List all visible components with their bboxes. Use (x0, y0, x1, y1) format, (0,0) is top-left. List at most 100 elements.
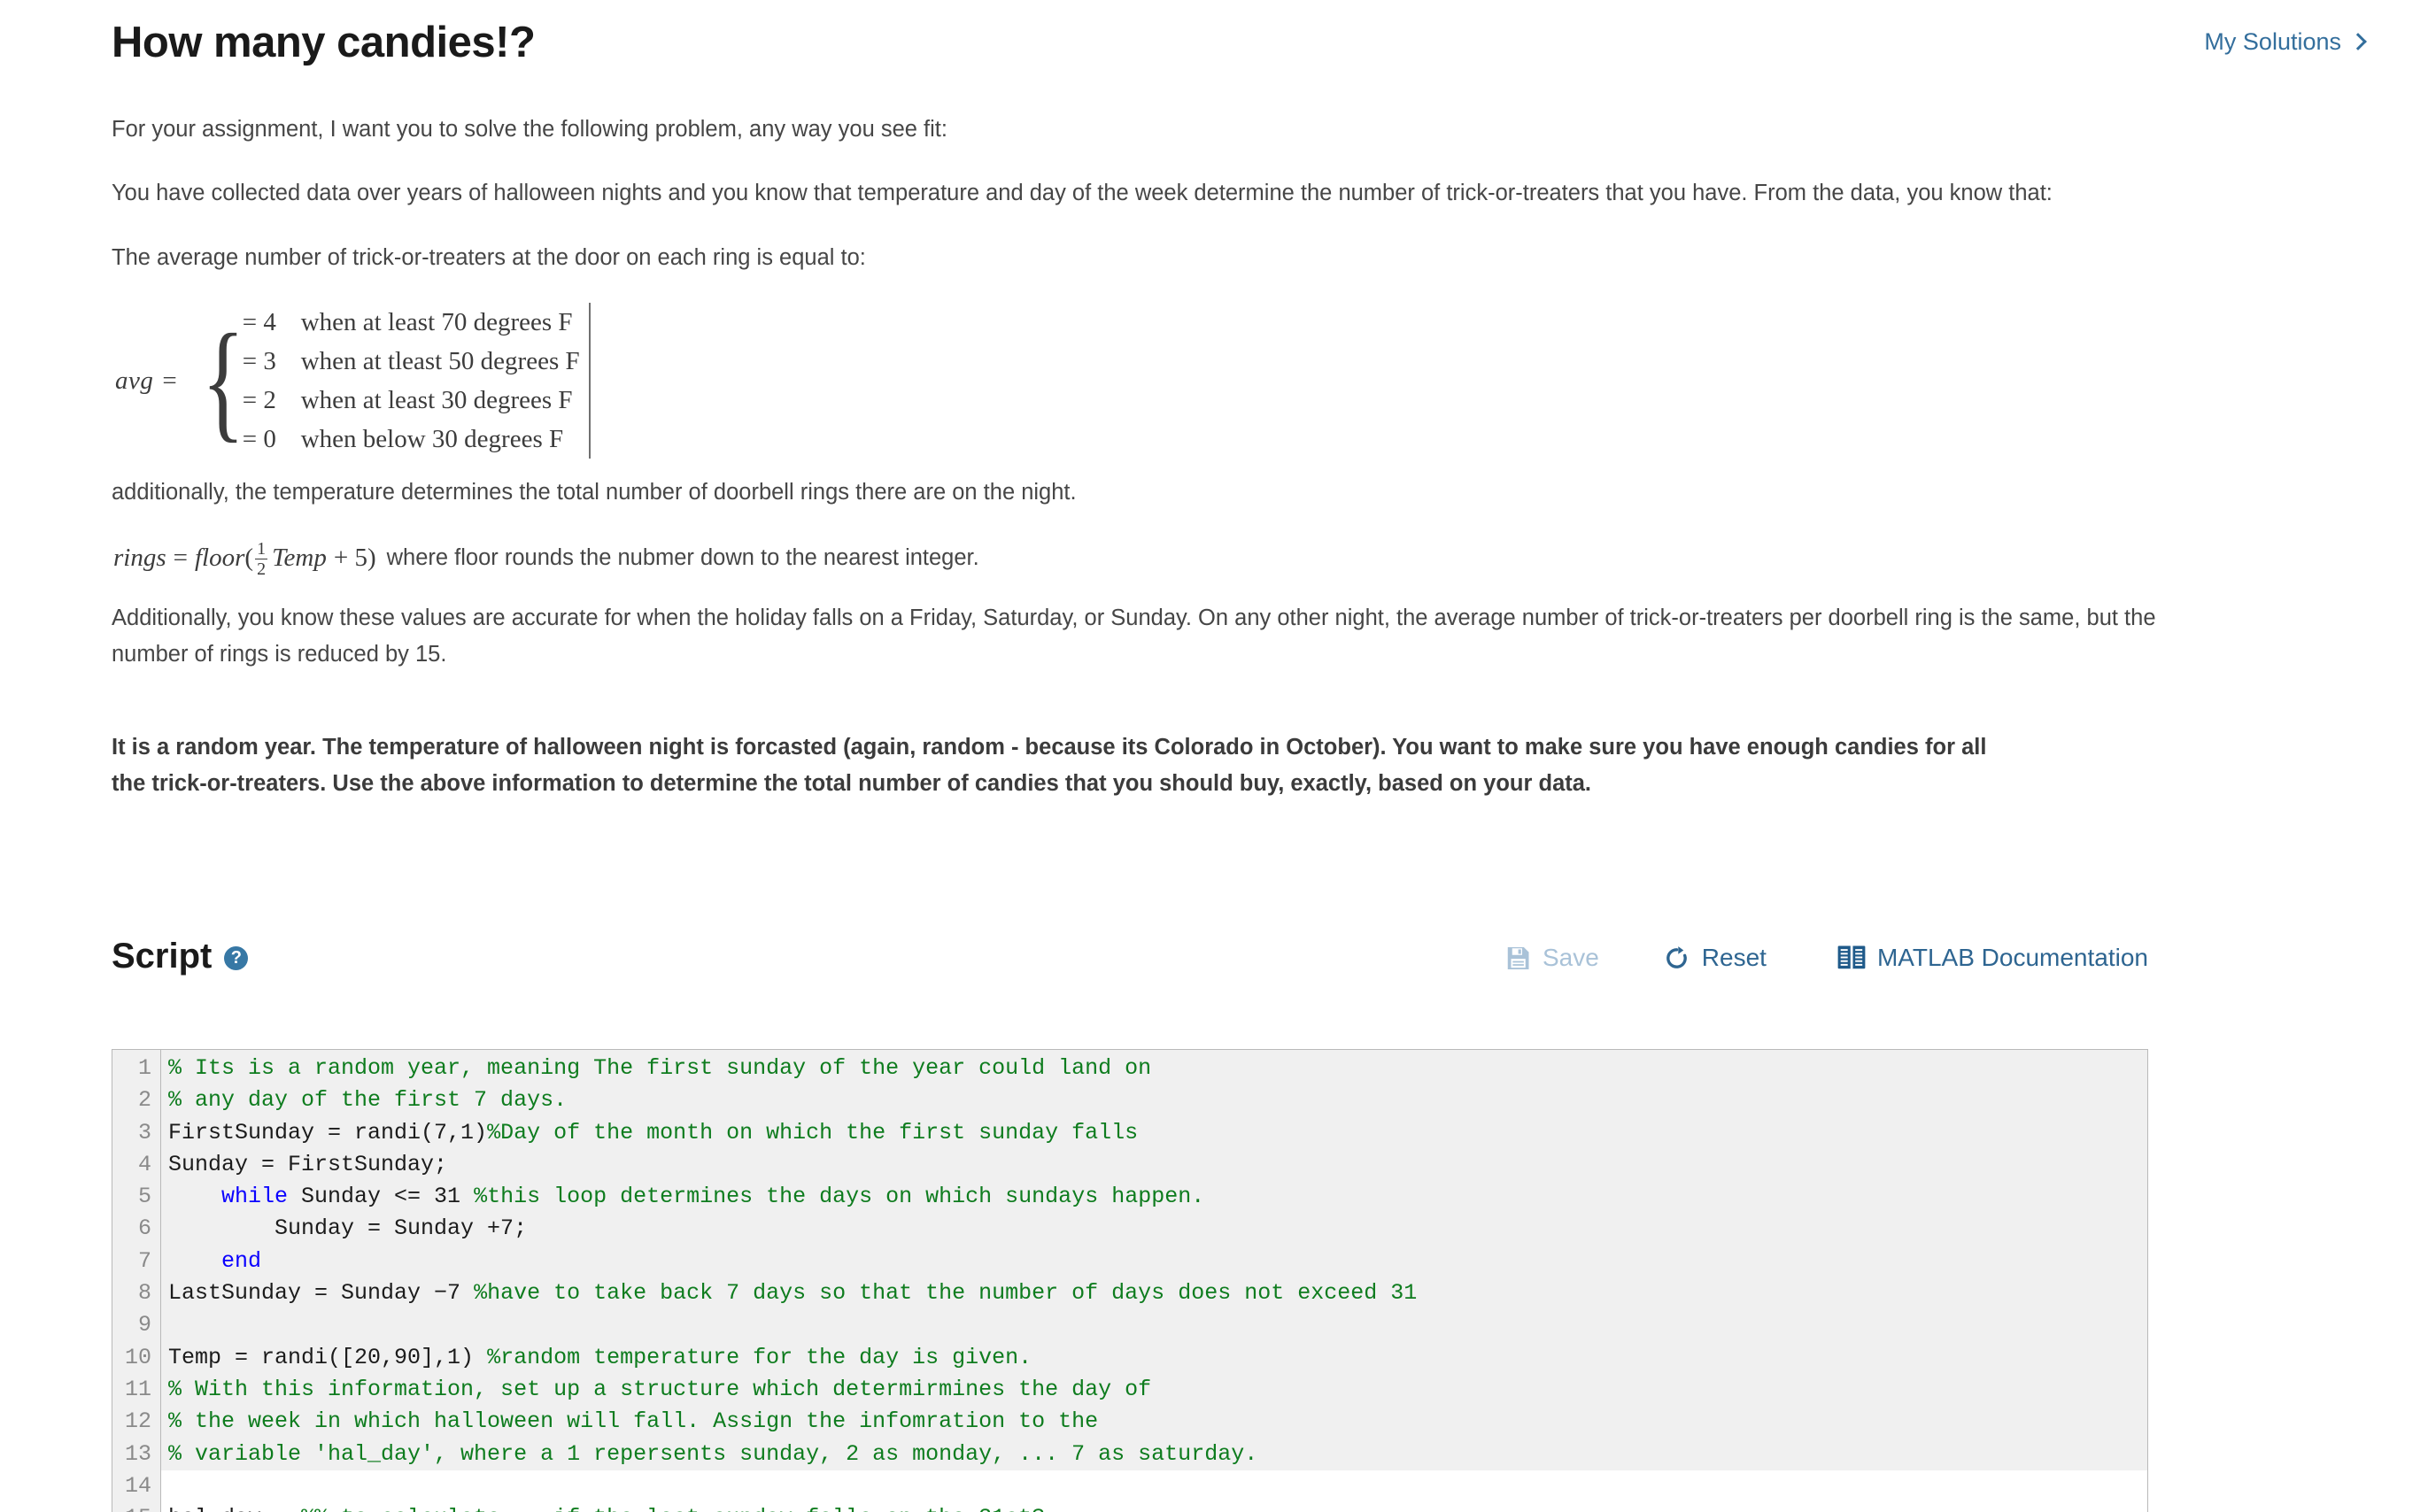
line-number: 10 (124, 1344, 151, 1370)
code-line[interactable]: % any day of the first 7 days. (168, 1084, 2147, 1116)
code-line[interactable]: while Sunday <= 31 %this loop determines… (168, 1181, 2147, 1213)
floppy-disk-icon (1504, 945, 1531, 972)
code-line[interactable]: Sunday = Sunday +7; (168, 1213, 2147, 1245)
fraction-denominator: 2 (255, 558, 268, 579)
line-number: 13 (124, 1440, 151, 1467)
code-token: % any day of the first 7 days. (168, 1087, 568, 1114)
line-number: 7 (137, 1247, 151, 1274)
avg-case-row: = 4 when at least 70 degrees F (243, 303, 580, 342)
code-line[interactable]: hal_day = %% to calculate .. if the last… (161, 1502, 2147, 1512)
script-title: Script ? (112, 937, 249, 976)
code-token: %Day of the month on which the first sun… (487, 1119, 1139, 1146)
line-number: 6 (137, 1215, 151, 1242)
avg-case-row: = 0 when below 30 degrees F (243, 420, 580, 459)
code-line[interactable]: FirstSunday = randi(7,1)%Day of the mont… (168, 1117, 2147, 1149)
avg-case-condition: when below 30 degrees F (300, 425, 564, 454)
code-token: while (221, 1184, 289, 1210)
help-circle-icon[interactable]: ? (224, 945, 249, 970)
avg-case-condition: when at least 30 degrees F (300, 386, 573, 415)
code-text-area[interactable]: % Its is a random year, meaning The firs… (161, 1050, 2147, 1512)
code-token: % With this information, set up a struct… (168, 1376, 1152, 1402)
line-number: 12 (124, 1408, 151, 1435)
code-token: % variable 'hal_day', where a 1 repersen… (168, 1440, 1258, 1467)
rings-equation: rings = floor ( 1 2 Temp + 5 ) where flo… (113, 538, 2184, 579)
page-root: How many candies!? My Solutions For your… (0, 0, 2428, 1512)
code-token: Sunday = FirstSunday; (168, 1151, 448, 1177)
code-editor[interactable]: 123456789101112131415 % Its is a random … (112, 1049, 2148, 1512)
code-token: FirstSunday = randi(7,1) (168, 1119, 488, 1146)
code-line[interactable]: % Its is a random year, meaning The firs… (168, 1053, 2147, 1084)
code-line[interactable]: % variable 'hal_day', where a 1 repersen… (168, 1439, 2147, 1470)
code-token: % Its is a random year, meaning The firs… (168, 1055, 1152, 1081)
code-token: end (221, 1247, 262, 1274)
script-toolbar: Save Reset MATLAB Documentation (1504, 944, 2148, 972)
code-line[interactable] (161, 1470, 2147, 1503)
matlab-documentation-button[interactable]: MATLAB Documentation (1837, 944, 2148, 972)
code-token: Sunday <= 31 (288, 1184, 475, 1210)
avg-equation-equals: = (162, 366, 177, 395)
matlab-documentation-label: MATLAB Documentation (1876, 944, 2148, 971)
intro-paragraph: For your assignment, I want you to solve… (112, 117, 947, 142)
line-number: 9 (137, 1312, 151, 1338)
avg-equation-cases: = 4 when at least 70 degrees F = 3 when … (242, 302, 591, 459)
book-icon (1837, 945, 1866, 971)
code-token: %random temperature for the day is given… (487, 1344, 1032, 1370)
reset-button-label: Reset (1701, 944, 1767, 971)
line-number: 14 (124, 1472, 151, 1499)
paragraph-4: Additionally, you know these values are … (112, 605, 2156, 667)
script-section-header: Script ? Save Reset MATLAB Documentation (112, 938, 2148, 991)
rings-trailing-text: where floor rounds the nubmer down to th… (386, 544, 979, 570)
left-brace-icon: { (201, 306, 245, 454)
rings-open-paren: ( (244, 543, 254, 572)
rings-plus-term: + 5 (333, 543, 367, 572)
line-number: 1 (137, 1055, 151, 1081)
code-line[interactable]: end (168, 1246, 2147, 1277)
rings-fraction: 1 2 (255, 538, 268, 579)
problem-statement: For your assignment, I want you to solve… (112, 112, 2184, 803)
avg-case-value: = 4 (242, 307, 276, 336)
rings-variable: Temp (272, 543, 327, 572)
code-line[interactable]: % With this information, set up a struct… (168, 1374, 2147, 1406)
avg-case-value: = 2 (242, 386, 276, 415)
line-number: 11 (124, 1376, 151, 1402)
help-icon-label: ? (230, 948, 242, 968)
avg-equation-lhs: avg (115, 366, 154, 395)
code-line[interactable]: % the week in which halloween will fall.… (168, 1406, 2147, 1438)
line-number: 3 (137, 1119, 151, 1146)
code-line[interactable] (168, 1309, 2147, 1341)
rings-equation-func: floor (195, 543, 245, 572)
code-token: hal_day = (168, 1505, 301, 1512)
paragraph-3: additionally, the temperature determines… (112, 480, 1077, 505)
avg-case-value: = 0 (242, 425, 276, 454)
avg-case-value: = 3 (242, 346, 276, 375)
refresh-icon (1663, 945, 1690, 972)
reset-button[interactable]: Reset (1663, 944, 1767, 972)
code-editor-inner: 123456789101112131415 % Its is a random … (112, 1050, 2147, 1512)
script-title-label: Script (112, 937, 213, 976)
code-line[interactable]: Temp = randi([20,90],1) %random temperat… (168, 1342, 2147, 1374)
line-number: 4 (137, 1151, 151, 1177)
my-solutions-link[interactable]: My Solutions (2204, 28, 2367, 56)
code-token: LastSunday = Sunday −7 (168, 1280, 475, 1307)
avg-case-row: = 3 when at tleast 50 degrees F (243, 342, 580, 381)
avg-case-condition: when at least 70 degrees F (300, 307, 573, 336)
paragraph-1: You have collected data over years of ha… (112, 181, 2053, 206)
chevron-right-icon (2349, 32, 2367, 50)
code-token: Temp = randi([20,90],1) (168, 1344, 488, 1370)
save-button-label: Save (1542, 944, 1599, 971)
bold-instruction-block: It is a random year. The temperature of … (112, 735, 1987, 797)
line-number: 8 (137, 1280, 151, 1307)
code-line[interactable]: Sunday = FirstSunday; (168, 1149, 2147, 1181)
rings-equation-expression: rings = floor ( 1 2 Temp + 5 ) (113, 538, 376, 579)
my-solutions-label: My Solutions (2204, 28, 2341, 55)
code-token: %this loop determines the days on which … (474, 1184, 1205, 1210)
fraction-numerator: 1 (257, 538, 267, 559)
code-line[interactable]: LastSunday = Sunday −7 %have to take bac… (168, 1277, 2147, 1309)
rings-equation-lhs: rings (113, 543, 166, 572)
line-number: 15 (112, 1502, 151, 1512)
avg-equation: avg = { = 4 when at least 70 degrees F =… (112, 302, 2184, 459)
save-button[interactable]: Save (1504, 944, 1599, 972)
rings-equation-equals: = (173, 543, 188, 572)
